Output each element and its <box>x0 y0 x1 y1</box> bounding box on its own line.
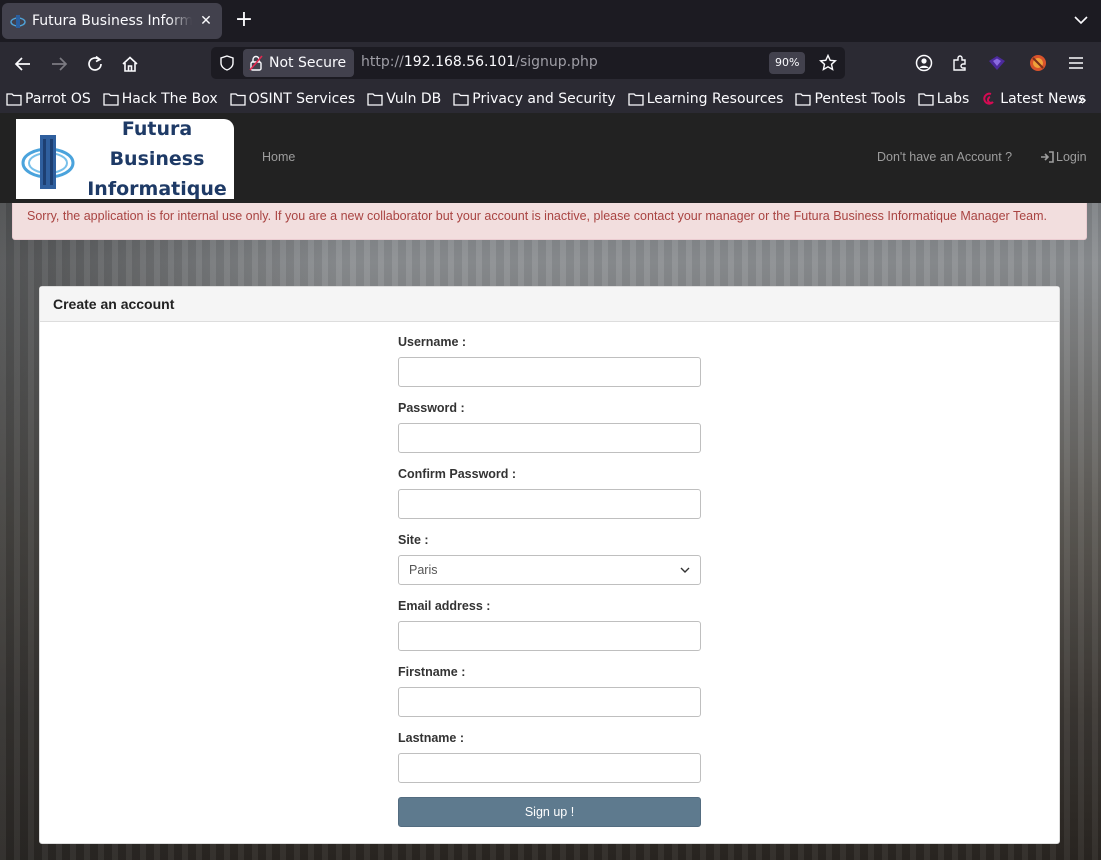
firstname-group: Firstname : <box>398 665 701 717</box>
shield-icon[interactable] <box>219 55 235 71</box>
tab-title: Futura Business Informatique <box>32 13 192 29</box>
site-group: Site : Paris <box>398 533 701 585</box>
url-scheme: http:// <box>361 54 404 70</box>
folder-icon <box>628 93 644 106</box>
folder-icon <box>6 93 22 106</box>
lastname-input[interactable] <box>398 753 701 783</box>
zoom-level-badge[interactable]: 90% <box>769 52 806 74</box>
confirm-password-group: Confirm Password : <box>398 467 701 519</box>
chevron-down-icon <box>680 567 690 573</box>
bookmark-latest-news[interactable]: Latest News <box>981 91 1086 107</box>
site-selected-value: Paris <box>409 563 438 577</box>
bookmark-folder-privacy-and-security[interactable]: Privacy and Security <box>453 91 616 107</box>
extensions-puzzle-icon[interactable] <box>950 53 970 73</box>
logo-text: Futura Business Informatique <box>80 114 234 204</box>
bookmark-star-icon[interactable] <box>819 54 837 72</box>
firstname-input[interactable] <box>398 687 701 717</box>
url-host: 192.168.56.101 <box>403 54 516 70</box>
username-group: Username : <box>398 335 701 387</box>
bookmark-label: Vuln DB <box>386 91 442 107</box>
password-group: Password : <box>398 401 701 453</box>
company-logo[interactable]: Futura Business Informatique <box>16 118 234 200</box>
not-secure-badge[interactable]: Not Secure <box>243 49 355 77</box>
bookmark-folder-learning-resources[interactable]: Learning Resources <box>628 91 784 107</box>
bookmark-folder-pentest-tools[interactable]: Pentest Tools <box>795 91 906 107</box>
panel-title: Create an account <box>40 287 1059 322</box>
nav-login-link[interactable]: Login <box>1040 150 1087 164</box>
bookmarks-toolbar: Parrot OS Hack The Box OSINT Services Vu… <box>0 85 1101 113</box>
back-arrow-icon[interactable] <box>10 51 36 77</box>
nav-signup-link[interactable]: Don't have an Account ? <box>877 150 1012 164</box>
reload-icon[interactable] <box>82 51 108 77</box>
navigation-toolbar: Not Secure http://192.168.56.101/signup.… <box>0 42 1101 103</box>
login-label: Login <box>1056 150 1087 164</box>
bookmark-label: Hack The Box <box>121 91 218 107</box>
bookmark-folder-labs[interactable]: Labs <box>918 91 970 107</box>
address-bar[interactable]: Not Secure http://192.168.56.101/signup.… <box>211 47 845 79</box>
folder-icon <box>229 93 246 106</box>
username-label: Username : <box>398 335 467 349</box>
logo-line-2: Informatique <box>87 178 227 200</box>
bookmark-folder-hack-the-box[interactable]: Hack The Box <box>103 91 218 107</box>
tab-bar: Futura Business Informatique ✕ + <box>0 0 1101 42</box>
building-logo-icon <box>21 135 75 189</box>
hamburger-menu-icon[interactable] <box>1066 53 1086 73</box>
new-tab-icon[interactable]: + <box>232 9 256 33</box>
bookmark-label: Privacy and Security <box>472 91 616 107</box>
password-input[interactable] <box>398 423 701 453</box>
site-navbar: Futura Business Informatique Home Don't … <box>0 113 1101 203</box>
password-label: Password : <box>398 401 465 415</box>
email-label: Email address : <box>398 599 491 613</box>
bookmark-folder-vuln-db[interactable]: Vuln DB <box>367 91 441 107</box>
nav-home-link[interactable]: Home <box>262 150 295 164</box>
bookmark-label: Latest News <box>1000 91 1086 107</box>
bookmark-folder-parrot-os[interactable]: Parrot OS <box>6 91 91 107</box>
email-input[interactable] <box>398 621 701 651</box>
close-tab-icon[interactable]: ✕ <box>198 13 214 29</box>
bookmark-folder-osint-services[interactable]: OSINT Services <box>229 91 356 107</box>
url-path: /signup.php <box>515 54 598 70</box>
bookmark-label: OSINT Services <box>248 91 356 107</box>
firstname-label: Firstname : <box>398 665 466 679</box>
internal-use-alert: Sorry, the application is for internal u… <box>12 203 1087 240</box>
lastname-label: Lastname : <box>398 731 464 745</box>
signup-form: Username : Password : Confirm Password :… <box>398 335 701 827</box>
confirm-password-input[interactable] <box>398 489 701 519</box>
extension-cookie-icon[interactable] <box>1028 53 1048 73</box>
sign-up-button[interactable]: Sign up ! <box>398 797 701 827</box>
home-icon[interactable] <box>117 51 143 77</box>
extension-shield-icon[interactable] <box>987 53 1007 73</box>
folder-icon <box>795 93 812 106</box>
chevron-down-icon[interactable] <box>1073 12 1089 28</box>
confirm-password-label: Confirm Password : <box>398 467 517 481</box>
lastname-group: Lastname : <box>398 731 701 783</box>
debian-swirl-icon <box>983 92 995 105</box>
bookmark-label: Pentest Tools <box>814 91 906 107</box>
folder-icon <box>367 93 383 106</box>
folder-icon <box>453 93 469 106</box>
username-input[interactable] <box>398 357 701 387</box>
folder-icon <box>918 93 934 106</box>
not-secure-label: Not Secure <box>269 55 347 71</box>
bookmark-label: Learning Resources <box>646 91 784 107</box>
url-text[interactable]: http://192.168.56.101/signup.php <box>361 54 598 70</box>
site-select[interactable]: Paris <box>398 555 701 585</box>
bookmark-label: Labs <box>936 91 970 107</box>
site-label: Site : <box>398 533 429 547</box>
building-favicon-icon <box>10 15 26 28</box>
bookmark-label: Parrot OS <box>25 91 91 107</box>
more-bookmarks-chevron-icon[interactable]: » <box>1077 90 1087 109</box>
web-page: Futura Business Informatique Home Don't … <box>0 113 1101 860</box>
logo-line-1: Futura Business <box>109 118 205 170</box>
forward-arrow-icon[interactable] <box>46 51 72 77</box>
browser-tab[interactable]: Futura Business Informatique ✕ <box>2 3 222 39</box>
folder-icon <box>103 93 119 106</box>
login-icon <box>1041 151 1054 163</box>
insecure-lock-icon <box>249 55 263 71</box>
signup-panel: Create an account Username : Password : … <box>39 286 1060 844</box>
account-icon[interactable] <box>914 53 934 73</box>
email-group: Email address : <box>398 599 701 651</box>
